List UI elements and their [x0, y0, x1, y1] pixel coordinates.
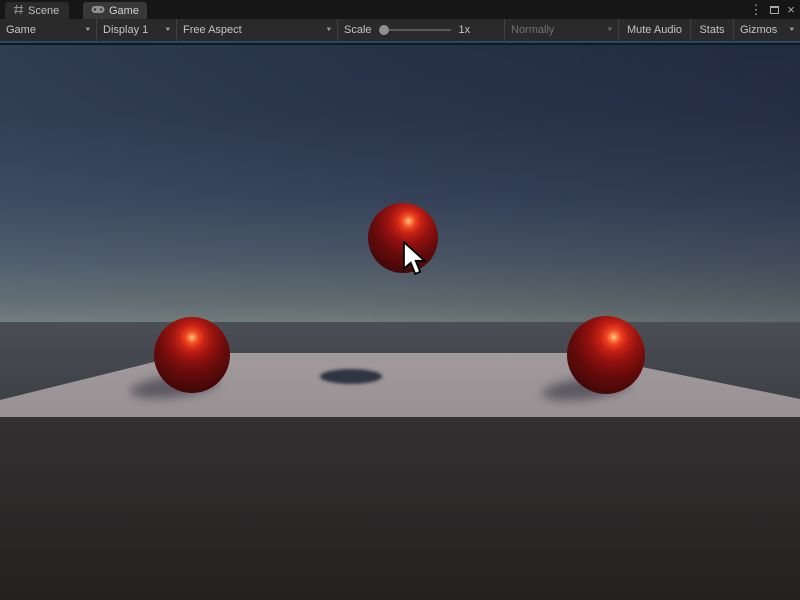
- display-dropdown-label: Display 1: [103, 24, 148, 36]
- scale-control: Scale 1x: [337, 19, 487, 41]
- red-sphere-right[interactable]: [567, 316, 645, 394]
- camera-dropdown[interactable]: Game ▼: [0, 19, 96, 41]
- scale-slider[interactable]: [379, 25, 451, 35]
- aspect-ratio-dropdown[interactable]: Free Aspect ▼: [176, 19, 337, 41]
- chevron-down-icon: ▼: [780, 27, 796, 33]
- tab-game-label: Game: [109, 5, 139, 17]
- tab-bar: Scene Game ⋮ ×: [0, 0, 800, 19]
- scale-label: Scale: [344, 24, 372, 36]
- maximize-icon: [770, 6, 779, 14]
- gamepad-icon: [91, 5, 105, 17]
- maximize-button[interactable]: [766, 0, 782, 19]
- aspect-ratio-label: Free Aspect: [183, 24, 242, 36]
- gizmos-label: Gizmos: [740, 24, 777, 36]
- unity-game-window: Scene Game ⋮ × Game ▼: [0, 0, 800, 600]
- scale-value: 1x: [459, 24, 471, 36]
- game-viewport[interactable]: [0, 45, 800, 600]
- stats-toggle[interactable]: Stats: [690, 19, 733, 41]
- display-dropdown[interactable]: Display 1 ▼: [96, 19, 176, 41]
- chevron-down-icon: ▼: [156, 27, 172, 33]
- skybox: [0, 45, 800, 323]
- scale-slider-track[interactable]: [389, 29, 451, 31]
- mute-audio-toggle[interactable]: Mute Audio: [618, 19, 690, 41]
- scene-grid-icon: [13, 4, 24, 18]
- tab-scene[interactable]: Scene: [5, 2, 69, 19]
- game-view-toolbar: Game ▼ Display 1 ▼ Free Aspect ▼ Scale 1…: [0, 19, 800, 43]
- mouse-cursor-icon: [402, 241, 428, 278]
- red-sphere-left[interactable]: [154, 317, 230, 393]
- play-mode-dropdown[interactable]: Normally ▼: [504, 19, 618, 41]
- chevron-down-icon: ▼: [317, 27, 333, 33]
- camera-dropdown-label: Game: [6, 24, 36, 36]
- close-icon: ×: [787, 2, 795, 17]
- gizmos-dropdown[interactable]: Gizmos ▼: [733, 19, 800, 41]
- scale-slider-knob[interactable]: [379, 25, 389, 35]
- floating-sphere-shadow: [320, 369, 382, 384]
- chevron-down-icon: ▼: [598, 27, 614, 33]
- foreground-dark-area: [0, 417, 800, 600]
- play-mode-label: Normally: [511, 24, 554, 36]
- tab-game[interactable]: Game: [83, 2, 147, 19]
- kebab-icon: ⋮: [750, 2, 763, 18]
- tab-scene-label: Scene: [28, 5, 59, 17]
- mute-audio-label: Mute Audio: [627, 24, 682, 36]
- panel-menu-button[interactable]: ⋮: [748, 0, 764, 19]
- close-button[interactable]: ×: [783, 0, 799, 19]
- chevron-down-icon: ▼: [76, 27, 92, 33]
- stats-label: Stats: [699, 24, 724, 36]
